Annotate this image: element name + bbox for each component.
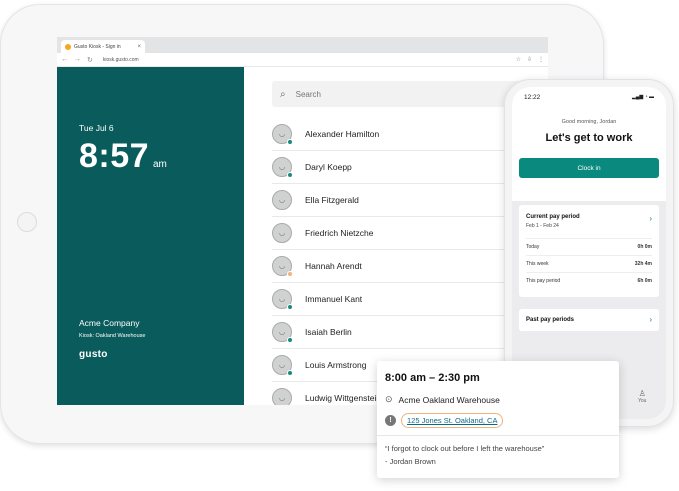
employee-row[interactable]: ◡ Hannah Arendt xyxy=(272,250,522,283)
phone-status-time: 12:22 xyxy=(524,93,541,101)
employee-note: “I forgot to clock out before I left the… xyxy=(385,444,545,453)
pay-row: Today 0h 0m xyxy=(526,238,652,255)
search-bar: ⌕ xyxy=(272,81,522,107)
avatar: ◡ xyxy=(272,355,293,376)
past-pay-periods-card[interactable]: Past pay periods › xyxy=(519,309,659,331)
kiosk-app: Tue Jul 6 8:57 am Acme Company Kiosk: Oa… xyxy=(57,67,548,405)
tab-you-label: You xyxy=(638,398,647,404)
gusto-logo: gusto xyxy=(79,349,108,360)
status-dot-icon xyxy=(287,370,293,376)
employee-name: Hannah Arendt xyxy=(305,261,362,271)
status-dot-icon xyxy=(287,271,293,277)
pay-row-value: 0h 0m xyxy=(637,244,652,250)
tablet-home-button xyxy=(17,212,37,232)
employee-row[interactable]: ◡ Immanuel Kant xyxy=(272,283,522,316)
back-icon[interactable]: ← xyxy=(61,56,68,63)
shift-location-name: Acme Oakland Warehouse xyxy=(398,394,500,405)
employee-name: Isaiah Berlin xyxy=(305,327,352,337)
chevron-right-icon: › xyxy=(649,315,652,324)
kiosk-ampm: am xyxy=(153,159,167,170)
avatar: ◡ xyxy=(272,256,293,277)
url-field[interactable]: kiosk.gusto.com xyxy=(103,57,139,63)
person-icon: ♙ xyxy=(638,389,646,398)
status-dot-icon xyxy=(287,172,293,178)
marketing-composite: Gusto Kiosk - Sign in × ← → ↻ kiosk.gust… xyxy=(0,0,679,491)
menu-kebab-icon[interactable]: ⋮ xyxy=(538,56,544,63)
note-author: - Jordan Brown xyxy=(385,457,436,466)
company-name: Acme Company xyxy=(79,318,140,328)
address-bar: ← → ↻ kiosk.gusto.com ☆ ⇩ ⋮ xyxy=(57,53,548,67)
pay-row-value: 6h 0m xyxy=(637,278,652,284)
browser-tab[interactable]: Gusto Kiosk - Sign in × xyxy=(61,40,145,53)
employee-panel: ⌕ ◡ Alexander Hamilton ◡ Daryl Koepp ◡ Ella F… xyxy=(244,67,548,405)
tab-title: Gusto Kiosk - Sign in xyxy=(74,43,121,50)
search-input[interactable] xyxy=(295,89,496,99)
status-dot-icon xyxy=(287,139,293,145)
timesheet-popover: 8:00 am – 2:30 pm ⊙ Acme Oakland Warehou… xyxy=(377,361,619,478)
avatar: ◡ xyxy=(272,388,292,405)
close-tab-icon[interactable]: × xyxy=(137,44,141,50)
divider xyxy=(377,435,619,436)
pay-row: This pay period 6h 0m xyxy=(526,272,652,289)
employee-name: Alexander Hamilton xyxy=(305,129,380,139)
employee-name: Friedrich Nietzche xyxy=(305,228,374,238)
past-periods-title: Past pay periods xyxy=(526,317,575,323)
pay-row-label: This pay period xyxy=(526,278,561,284)
address-link[interactable]: 125 Jones St. Oakland, CA xyxy=(401,413,504,428)
employee-row[interactable]: ◡ Daryl Koepp xyxy=(272,151,522,184)
kiosk-sidebar: Tue Jul 6 8:57 am Acme Company Kiosk: Oa… xyxy=(57,67,244,405)
avatar: ◡ xyxy=(272,322,293,343)
bookmark-star-icon[interactable]: ☆ xyxy=(516,56,521,63)
employee-row[interactable]: ◡ Ella Fitzgerald xyxy=(272,184,522,217)
pay-row-label: This week xyxy=(526,261,549,267)
phone-header: Good morning, Jordan Let's get to work C… xyxy=(512,107,666,201)
employee-name: Ella Fitzgerald xyxy=(305,195,359,205)
employee-name: Ludwig Wittgenstein xyxy=(305,393,382,403)
signal-battery-icon: ▂▄▆ ◔ ▬ xyxy=(631,94,654,100)
greeting-text: Good morning, Jordan xyxy=(561,119,617,125)
current-pay-period-card[interactable]: Current pay period Feb 1 - Feb 24 › Toda… xyxy=(519,205,659,297)
pay-row: This week 32h 4m xyxy=(526,255,652,272)
employee-row[interactable]: ◡ Alexander Hamilton xyxy=(272,118,522,151)
avatar: ◡ xyxy=(272,124,293,145)
shift-time-range: 8:00 am – 2:30 pm xyxy=(385,372,480,384)
browser-window: Gusto Kiosk - Sign in × ← → ↻ kiosk.gust… xyxy=(57,37,548,405)
employee-name: Daryl Koepp xyxy=(305,162,352,172)
chevron-right-icon: › xyxy=(649,214,652,223)
employee-name: Louis Armstrong xyxy=(305,360,367,370)
employee-name: Immanuel Kant xyxy=(305,294,363,304)
pay-row-label: Today xyxy=(526,244,540,250)
shift-location: ⊙ Acme Oakland Warehouse xyxy=(385,394,500,405)
status-dot-icon xyxy=(287,304,293,310)
warning-icon: ! xyxy=(385,415,396,426)
download-icon[interactable]: ⇩ xyxy=(527,56,532,63)
reload-icon[interactable]: ↻ xyxy=(87,56,93,64)
shift-address-row: ! 125 Jones St. Oakland, CA xyxy=(385,413,504,428)
pay-period-title: Current pay period xyxy=(526,214,580,220)
avatar: ◡ xyxy=(272,289,293,310)
pay-period-range: Feb 1 - Feb 24 xyxy=(526,223,559,229)
favicon-icon xyxy=(65,43,71,50)
kiosk-clock: 8:57 xyxy=(79,137,150,175)
location-pin-icon: ⊙ xyxy=(385,394,393,404)
search-icon: ⌕ xyxy=(280,88,286,100)
phone-status-bar: 12:22 ▂▄▆ ◔ ▬ xyxy=(512,87,666,107)
employee-row[interactable]: ◡ Isaiah Berlin xyxy=(272,316,522,349)
avatar: ◡ xyxy=(272,223,292,243)
avatar: ◡ xyxy=(272,157,293,178)
tab-bar: Gusto Kiosk - Sign in × xyxy=(57,37,548,53)
clock-in-button[interactable]: Clock in xyxy=(519,158,659,178)
avatar: ◡ xyxy=(272,190,292,210)
pay-row-value: 32h 4m xyxy=(634,261,652,267)
employee-row[interactable]: ◡ Friedrich Nietzche xyxy=(272,217,522,250)
tab-you[interactable]: ♙ You xyxy=(638,389,646,404)
kiosk-date: Tue Jul 6 xyxy=(79,123,114,133)
headline-text: Let's get to work xyxy=(545,132,633,144)
forward-icon[interactable]: → xyxy=(74,56,81,63)
status-dot-icon xyxy=(287,337,293,343)
kiosk-location: Kiosk: Oakland Warehouse xyxy=(79,333,146,339)
